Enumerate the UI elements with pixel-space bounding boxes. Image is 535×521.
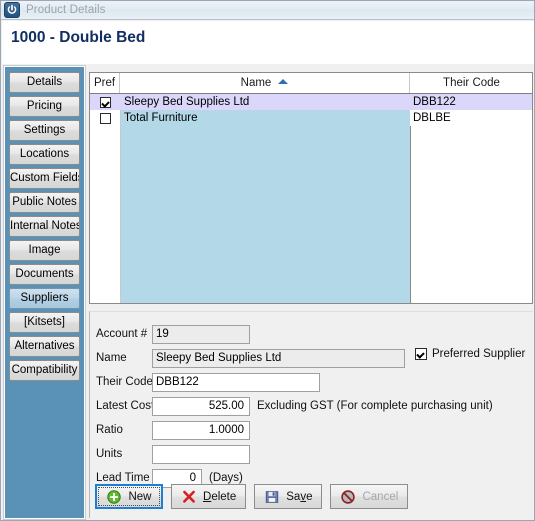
column-header-their-code[interactable]: Their Code <box>410 73 531 93</box>
units-row: Units <box>90 443 250 465</box>
row-pref-checkbox-cell[interactable] <box>90 110 120 126</box>
row-pref-checkbox-cell[interactable] <box>90 94 120 110</box>
sidebar-item-documents[interactable]: Documents <box>9 264 80 285</box>
new-button-label: New <box>128 490 152 503</box>
units-field[interactable] <box>152 444 250 464</box>
sidebar-item-public-notes[interactable]: Public Notes <box>9 192 80 213</box>
account-field[interactable]: 19 <box>152 324 250 344</box>
account-row: Account # 19 <box>90 323 250 345</box>
checkbox-checked-icon[interactable] <box>415 348 427 360</box>
sidebar: Details Pricing Settings Locations Custo… <box>5 67 84 518</box>
account-label: Account # <box>96 328 148 340</box>
ratio-label: Ratio <box>96 424 123 436</box>
name-label: Name <box>96 352 127 364</box>
sidebar-item-compatibility[interactable]: Compatibility <box>9 360 80 381</box>
new-button[interactable]: New <box>95 484 163 509</box>
sidebar-item-image[interactable]: Image <box>9 240 80 261</box>
row-their-code-cell[interactable]: DBLBE <box>410 110 532 126</box>
delete-button-label: Delete <box>203 490 237 503</box>
ratio-row: Ratio 1.0000 <box>90 419 250 441</box>
cancel-button-label: Cancel <box>362 490 399 503</box>
sort-ascending-icon <box>278 79 289 84</box>
save-button-label: Save <box>286 490 313 503</box>
checkbox-unchecked-icon[interactable] <box>99 112 111 124</box>
lead-time-label: Lead Time <box>96 472 150 484</box>
sidebar-item-locations[interactable]: Locations <box>9 144 80 165</box>
header-band: 1000 - Double Bed <box>2 21 534 64</box>
name-row: Name Sleepy Bed Supplies Ltd <box>90 347 405 369</box>
latest-cost-row: Latest Cost 525.00 Excluding GST (For co… <box>90 395 493 417</box>
their-code-field[interactable]: DBB122 <box>152 372 320 392</box>
column-header-pref[interactable]: Pref <box>90 73 120 93</box>
sidebar-item-alternatives[interactable]: Alternatives <box>9 336 80 357</box>
sidebar-item-details[interactable]: Details <box>9 72 80 93</box>
lead-time-hint: (Days) <box>209 472 243 484</box>
preferred-supplier-checkbox[interactable]: Preferred Supplier <box>415 348 525 360</box>
window-title: Product Details <box>26 4 106 16</box>
form-button-bar: New Delete Save Cancel <box>95 484 409 509</box>
table-row[interactable]: Sleepy Bed Supplies Ltd DBB122 <box>90 94 532 110</box>
latest-cost-label: Latest Cost <box>96 400 155 412</box>
latest-cost-hint: Excluding GST (For complete purchasing u… <box>257 400 493 412</box>
grid-header-row: Pref Name Their Code <box>90 73 532 94</box>
delete-button[interactable]: Delete <box>171 484 247 509</box>
sidebar-item-settings[interactable]: Settings <box>9 120 80 141</box>
page-title: 1000 - Double Bed <box>11 29 146 46</box>
cancel-prohibited-icon <box>340 489 356 505</box>
sidebar-frame: Details Pricing Settings Locations Custo… <box>3 65 86 520</box>
column-header-name[interactable]: Name <box>120 73 410 93</box>
row-name-cell[interactable]: Total Furniture <box>120 110 410 126</box>
save-floppy-icon <box>264 489 280 505</box>
product-details-window: Product Details 1000 - Double Bed Detail… <box>0 0 535 521</box>
row-their-code-cell[interactable]: DBB122 <box>410 94 532 110</box>
their-code-label: Their Code <box>96 376 153 388</box>
table-row[interactable]: Total Furniture DBLBE <box>90 110 532 126</box>
latest-cost-field[interactable]: 525.00 <box>152 396 250 416</box>
row-name-cell[interactable]: Sleepy Bed Supplies Ltd <box>120 94 410 110</box>
sidebar-item-suppliers[interactable]: Suppliers <box>9 288 80 309</box>
sidebar-item-custom-fields[interactable]: Custom Fields <box>9 168 80 189</box>
ratio-field[interactable]: 1.0000 <box>152 420 250 440</box>
sidebar-item-kitsets[interactable]: [Kitsets] <box>9 312 80 333</box>
save-button[interactable]: Save <box>254 484 323 509</box>
their-code-row: Their Code DBB122 <box>90 371 320 393</box>
sidebar-item-internal-notes[interactable]: Internal Notes <box>9 216 80 237</box>
name-field[interactable]: Sleepy Bed Supplies Ltd <box>152 348 405 368</box>
checkbox-checked-icon[interactable] <box>99 96 111 108</box>
power-icon <box>4 2 20 18</box>
column-header-name-label: Name <box>240 77 272 89</box>
delete-x-icon <box>181 489 197 505</box>
plus-circle-icon <box>106 489 122 505</box>
preferred-supplier-label: Preferred Supplier <box>432 348 526 360</box>
cancel-button: Cancel <box>330 484 409 509</box>
suppliers-grid[interactable]: Pref Name Their Code Sleepy Bed Supplies… <box>89 72 533 304</box>
units-label: Units <box>96 448 123 460</box>
sidebar-item-pricing[interactable]: Pricing <box>9 96 80 117</box>
grid-body: Sleepy Bed Supplies Ltd DBB122 Total Fur… <box>90 94 532 303</box>
title-bar: Product Details <box>1 1 534 20</box>
